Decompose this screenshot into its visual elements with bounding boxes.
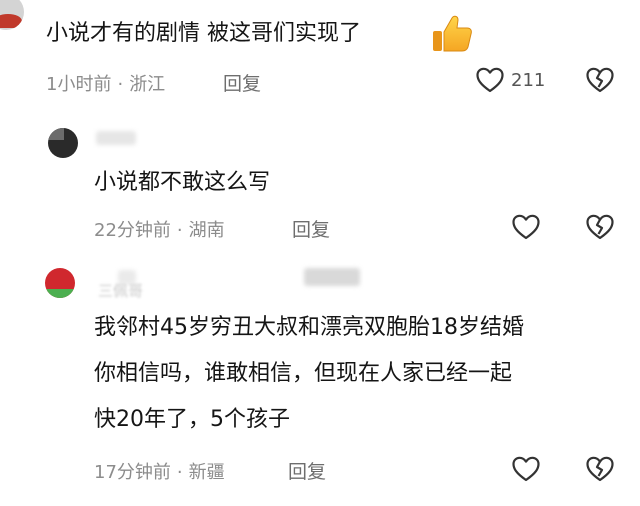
avatar[interactable]	[45, 268, 75, 298]
like-heart-icon[interactable]	[512, 214, 540, 240]
dislike-broken-heart-icon[interactable]	[586, 456, 614, 482]
comment-meta: 22分钟前 · 湖南	[94, 216, 225, 242]
thumbs-up-icon	[431, 14, 473, 54]
username[interactable]: 三佩哥	[98, 280, 143, 301]
like-heart-icon[interactable]	[476, 67, 504, 93]
comment-time: 22分钟前	[94, 220, 171, 241]
avatar[interactable]	[48, 128, 78, 158]
meta-separator: ·	[176, 220, 183, 241]
comment-text-line: 我邻村45岁穷丑大叔和漂亮双胞胎18岁结婚	[94, 315, 524, 340]
reply-button[interactable]: 回复	[292, 215, 330, 242]
meta-separator: ·	[117, 74, 124, 95]
comment-location: 新疆	[188, 462, 225, 483]
comment-meta: 1小时前 · 浙江	[46, 70, 165, 96]
comment-meta: 17分钟前 · 新疆	[94, 458, 225, 484]
like-heart-icon[interactable]	[512, 456, 540, 482]
avatar[interactable]	[0, 0, 24, 30]
comment-text: 小说才有的剧情 被这哥们实现了	[46, 21, 361, 46]
dislike-broken-heart-icon[interactable]	[586, 67, 614, 93]
dislike-broken-heart-icon[interactable]	[586, 214, 614, 240]
username-redacted	[96, 131, 136, 145]
comment-text-line: 快20年了，5个孩子	[94, 407, 290, 432]
like-count: 211	[511, 70, 546, 91]
comment-text-line: 你相信吗，谁敢相信，但现在人家已经一起	[94, 361, 513, 386]
comment-time: 1小时前	[46, 74, 112, 95]
meta-separator: ·	[176, 462, 183, 483]
username-redacted	[304, 268, 360, 286]
comment-time: 17分钟前	[94, 462, 171, 483]
comment-location: 湖南	[188, 220, 225, 241]
reply-button[interactable]: 回复	[223, 69, 261, 96]
comment-location: 浙江	[129, 74, 166, 95]
comment-text: 小说都不敢这么写	[94, 170, 271, 195]
reply-button[interactable]: 回复	[288, 457, 326, 484]
